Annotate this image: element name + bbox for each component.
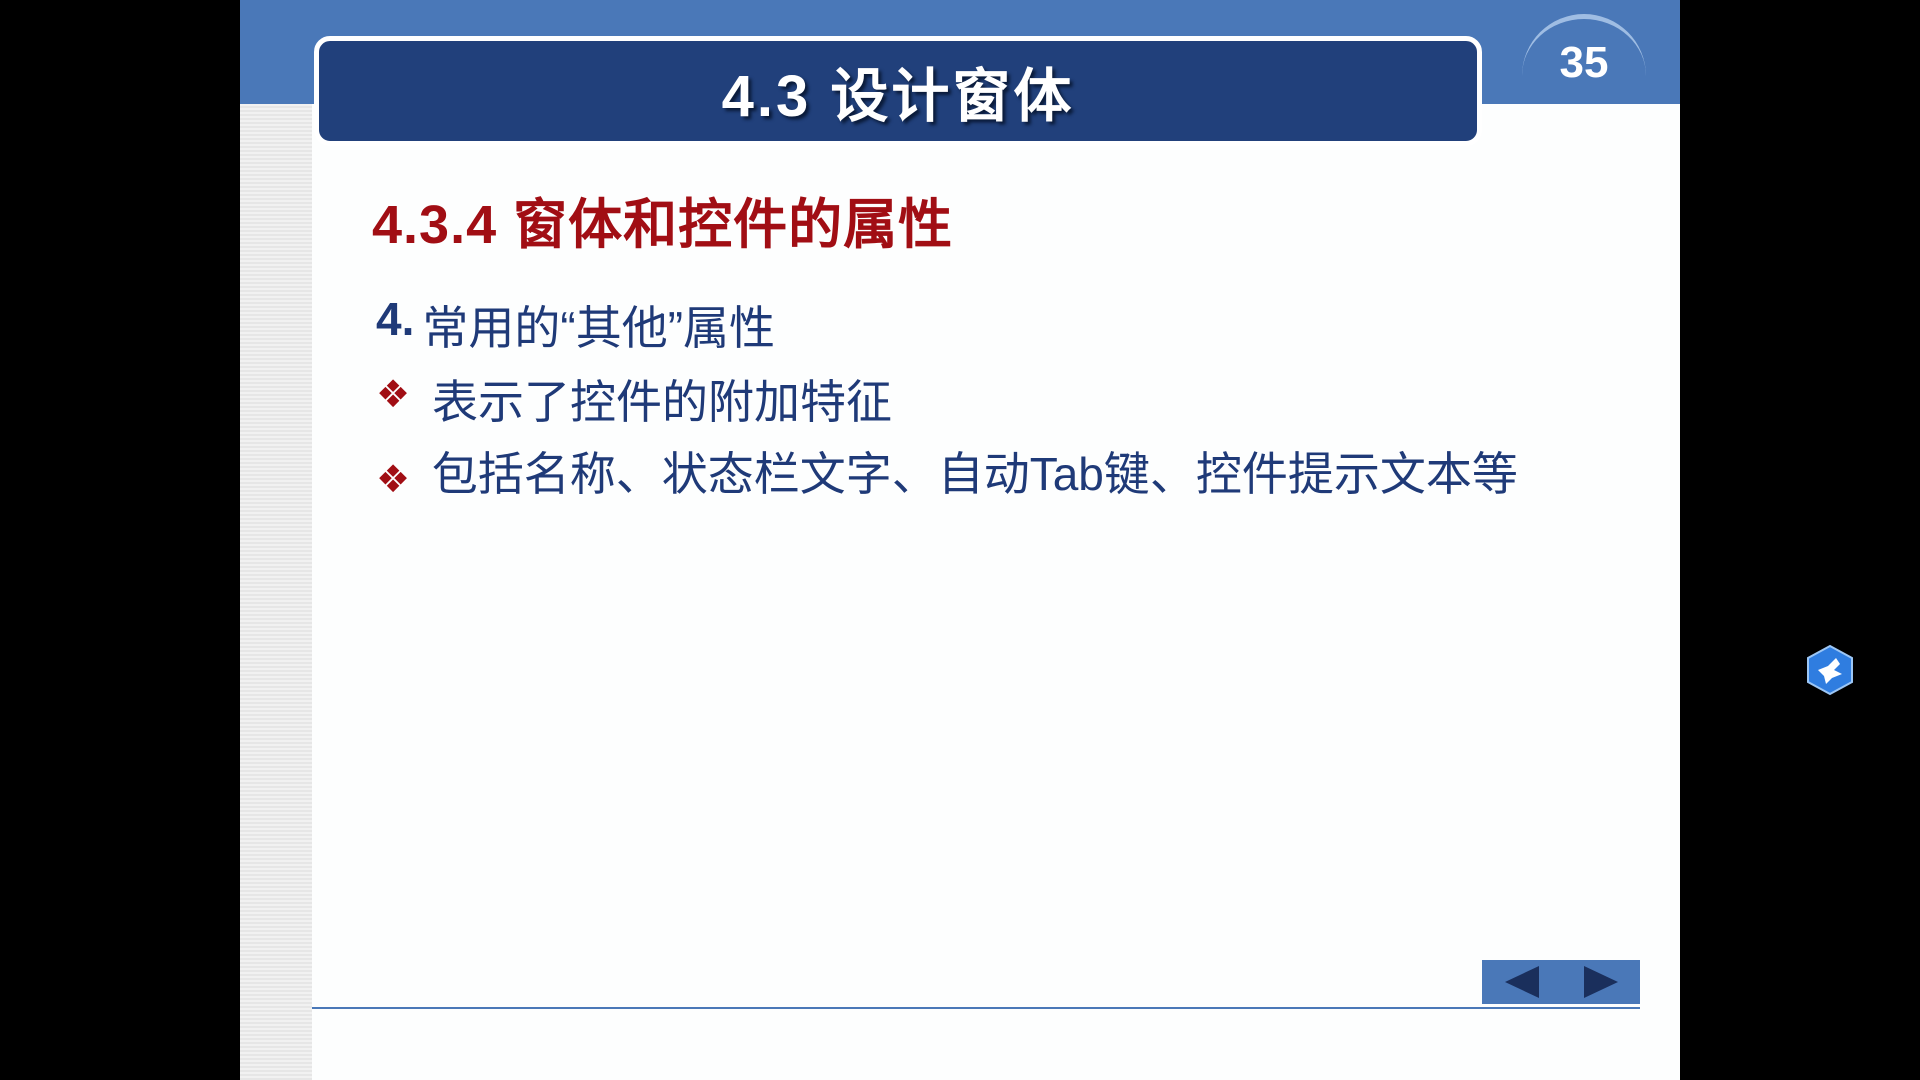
list-item: 4. 常用的“其他”属性 xyxy=(376,292,775,358)
bullet-item: ❖ 包括名称、状态栏文字、自动Tab键、控件提示文本等 xyxy=(376,444,1526,510)
bullet-diamond-icon: ❖ xyxy=(376,374,411,416)
bird-hexagon-icon[interactable] xyxy=(1806,644,1854,696)
presentation-slide: 4.3 设计窗体 35 4.3.4 窗体和控件的属性 4. 常用的“其他”属性 … xyxy=(240,0,1680,1080)
triangle-left-icon[interactable] xyxy=(1504,966,1539,998)
list-item-number: 4. xyxy=(376,293,415,345)
page-number: 35 xyxy=(1559,38,1609,87)
footer-divider xyxy=(312,1007,1640,1009)
triangle-right-icon[interactable] xyxy=(1583,966,1618,998)
list-item-text: 常用的“其他”属性 xyxy=(422,302,776,354)
bullet-diamond-icon: ❖ xyxy=(376,459,411,501)
bullet-item: ❖ 表示了控件的附加特征 xyxy=(376,366,892,432)
slide-title: 4.3 设计窗体 xyxy=(721,64,1075,129)
bullet-item-text: 包括名称、状态栏文字、自动Tab键、控件提示文本等 xyxy=(431,448,1518,500)
slide-navigation xyxy=(1482,960,1640,1004)
bullet-item-text: 表示了控件的附加特征 xyxy=(432,376,892,428)
title-bar: 4.3 设计窗体 xyxy=(314,36,1482,146)
left-decorative-strip xyxy=(240,104,312,1080)
section-heading: 4.3.4 窗体和控件的属性 xyxy=(372,195,954,255)
